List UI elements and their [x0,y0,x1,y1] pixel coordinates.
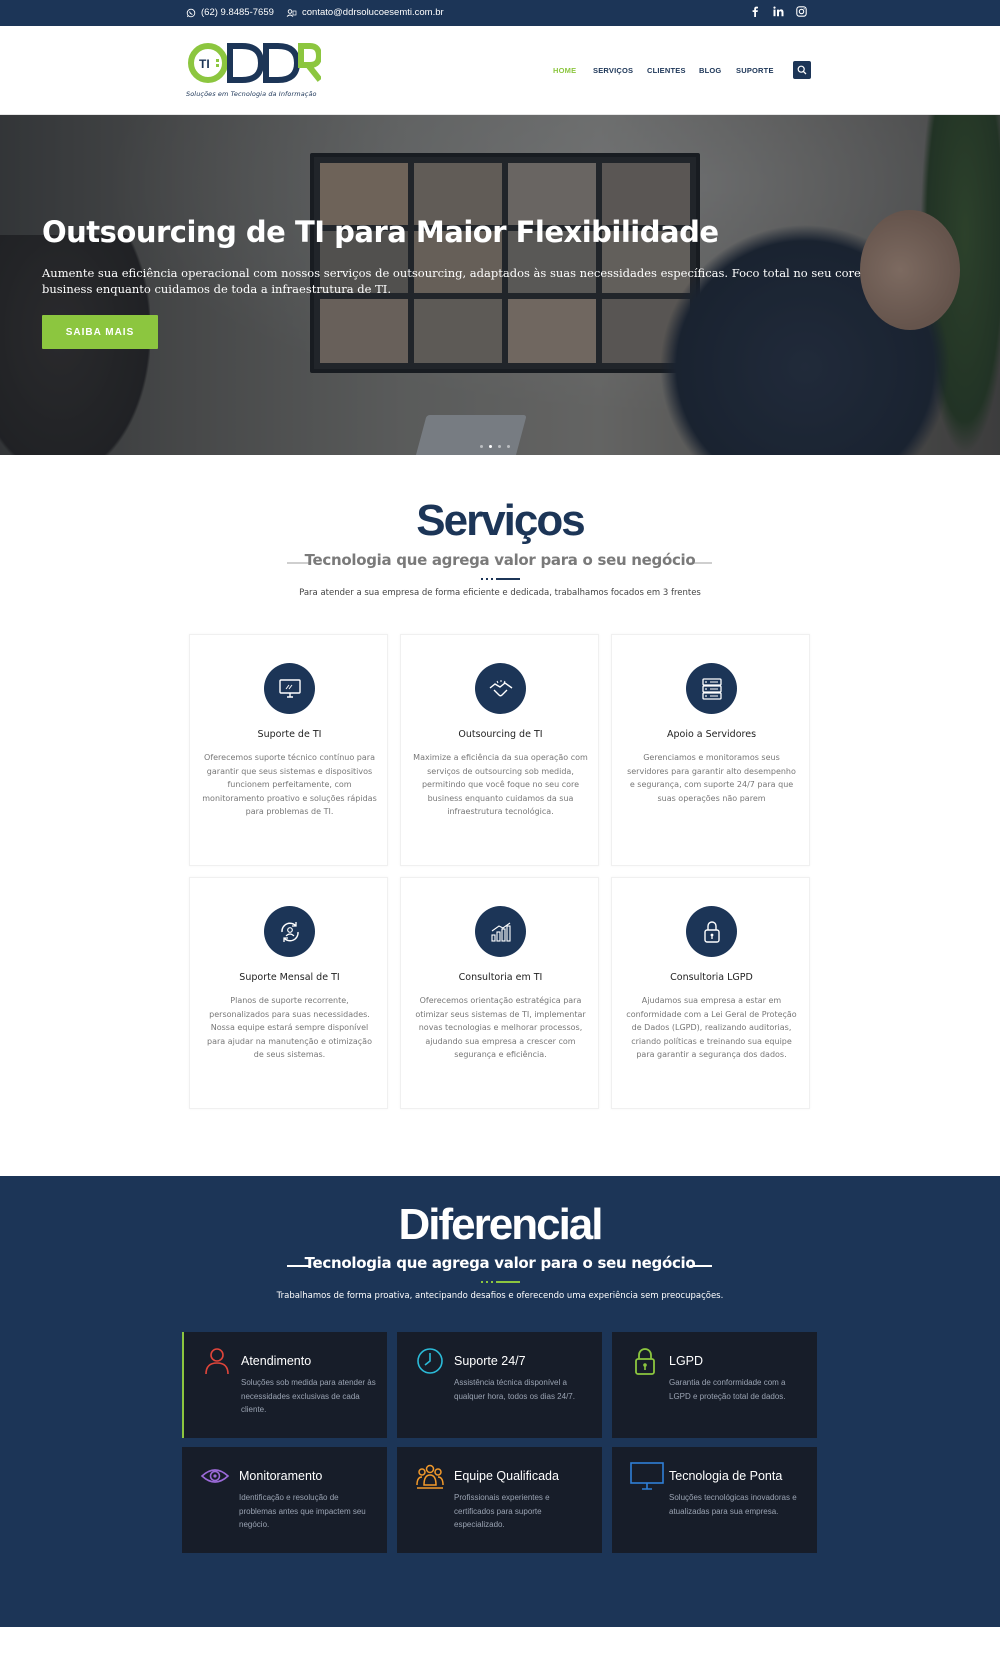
search-button[interactable] [793,61,811,79]
main-nav: HOME SERVIÇOS CLIENTES BLOG SUPORTE [0,66,1000,80]
page: (62) 9.8485-7659 contato@ddrsolucoesemti… [0,0,1000,1660]
linkedin-link[interactable] [773,6,784,17]
diferencial-subtitle: Tecnologia que agrega valor para o seu n… [304,1254,696,1272]
slider-dot[interactable] [498,445,501,448]
diferencial-card[interactable]: Suporte 24/7 Assistência técnica disponí… [397,1332,602,1438]
diferencial-card-title: Equipe Qualificada [454,1469,559,1483]
eye-icon [200,1469,230,1483]
server-icon [686,663,737,714]
clock-icon [417,1348,443,1374]
email-contact[interactable]: contato@ddrsolucoesemti.com.br [286,7,444,18]
service-card-title: Suporte de TI [257,729,322,740]
instagram-icon [796,6,807,17]
nav-servicos[interactable]: SERVIÇOS [593,66,633,75]
site-header: TI Soluções em Tecnologia da Informação … [0,26,1000,115]
nav-suporte[interactable]: SUPORTE [736,66,774,75]
diferencial-card-title: Atendimento [241,1354,312,1368]
linkedin-icon [773,6,784,17]
diferencial-card[interactable]: Monitoramento Identificação e resolução … [182,1447,387,1553]
service-card-title: Suporte Mensal de TI [239,972,340,983]
whatsapp-icon [186,8,196,17]
diferencial-card[interactable]: Equipe Qualificada Profissionais experie… [397,1447,602,1553]
nav-home[interactable]: HOME [553,66,576,75]
servicos-subtitle: Tecnologia que agrega valor para o seu n… [304,551,696,569]
slider-dot-active[interactable] [489,445,492,448]
diferencial-card[interactable]: LGPD Garantia de conformidade com a LGPD… [612,1332,817,1438]
handshake-icon [475,663,526,714]
phone-text: (62) 9.8485-7659 [201,7,274,18]
diferencial-card-text: Profissionais experientes e certificados… [454,1493,550,1529]
facebook-icon [752,6,758,17]
monitor-icon [264,663,315,714]
service-card[interactable]: Apoio a Servidores Gerenciamos e monitor… [611,634,810,866]
support-cycle-icon [264,906,315,957]
facebook-link[interactable] [751,6,759,17]
service-card-text: Oferecemos orientação estratégica para o… [415,996,586,1059]
servicos-title: Serviços [416,496,585,545]
diferencial-card-text: Soluções tecnológicas inovadoras e atual… [669,1493,797,1516]
diferencial-card[interactable]: Atendimento Soluções sob medida para ate… [182,1332,387,1438]
team-icon [416,1464,444,1489]
top-bar: (62) 9.8485-7659 contato@ddrsolucoesemti… [0,0,1000,26]
service-card-title: Consultoria LGPD [670,972,753,983]
service-card-text: Ajudamos sua empresa a estar em conformi… [626,996,797,1059]
slider-dot[interactable] [480,445,483,448]
diferencial-card-title: Monitoramento [239,1469,323,1483]
search-icon [797,65,807,75]
diferencial-card-title: Suporte 24/7 [454,1354,526,1368]
contact-card-icon [286,8,297,17]
service-card-text: Gerenciamos e monitoramos seus servidore… [627,753,796,803]
padlock-icon [686,906,737,957]
hero-title: Outsourcing de TI para Maior Flexibilida… [42,215,719,249]
servicos-description: Para atender a sua empresa de forma efic… [299,588,701,598]
logo-tagline: Soluções em Tecnologia da Informação [186,90,317,98]
servicos-accent [481,578,520,580]
diferencial-card-text: Identificação e resolução de problemas a… [239,1493,366,1529]
service-card[interactable]: Suporte de TI Oferecemos suporte técnico… [189,634,388,866]
instagram-link[interactable] [796,6,807,17]
diferencial-card-title: LGPD [669,1354,704,1368]
hero-text: Aumente sua eficiência operacional com n… [42,266,861,296]
service-card[interactable]: Consultoria LGPD Ajudamos sua empresa a … [611,877,810,1109]
diferencial-accent [481,1281,520,1283]
hero-banner: Outsourcing de TI para Maior Flexibilida… [0,115,1000,455]
diferencial-card-text: Garantia de conformidade com a LGPD e pr… [669,1378,786,1401]
service-card-text: Oferecemos suporte técnico contínuo para… [202,753,377,816]
service-card-title: Outsourcing de TI [458,729,543,740]
diferencial-card[interactable]: Tecnologia de Ponta Soluções tecnológica… [612,1447,817,1553]
service-card-text: Planos de suporte recorrente, personaliz… [207,996,372,1059]
service-card[interactable]: Outsourcing de TI Maximize a eficiência … [400,634,599,866]
diferencial-section: Diferencial Tecnologia que agrega valor … [0,1176,1000,1627]
diferencial-card-title: Tecnologia de Ponta [669,1469,783,1483]
diferencial-title: Diferencial [398,1200,604,1249]
growth-chart-icon [475,906,526,957]
diferencial-description: Trabalhamos de forma proativa, antecipan… [276,1291,724,1301]
nav-clientes[interactable]: CLIENTES [647,66,686,75]
monitor-icon [630,1462,664,1490]
phone-contact[interactable]: (62) 9.8485-7659 [186,7,274,18]
padlock-icon [635,1348,655,1375]
service-card-title: Apoio a Servidores [666,729,757,740]
saiba-mais-button[interactable]: SAIBA MAIS [42,315,158,349]
nav-blog[interactable]: BLOG [699,66,721,75]
diferencial-card-text: Soluções sob medida para atender às nece… [241,1378,376,1414]
diferencial-card-text: Assistência técnica disponível a qualque… [454,1378,575,1401]
email-text: contato@ddrsolucoesemti.com.br [302,7,444,18]
service-card-title: Consultoria em TI [458,972,543,983]
service-card[interactable]: Suporte Mensal de TI Planos de suporte r… [189,877,388,1109]
slider-dot[interactable] [507,445,510,448]
user-icon [205,1348,229,1375]
slider-dots [480,445,510,448]
service-card-text: Maximize a eficiência da sua operação co… [413,753,588,816]
service-card[interactable]: Consultoria em TI Oferecemos orientação … [400,877,599,1109]
